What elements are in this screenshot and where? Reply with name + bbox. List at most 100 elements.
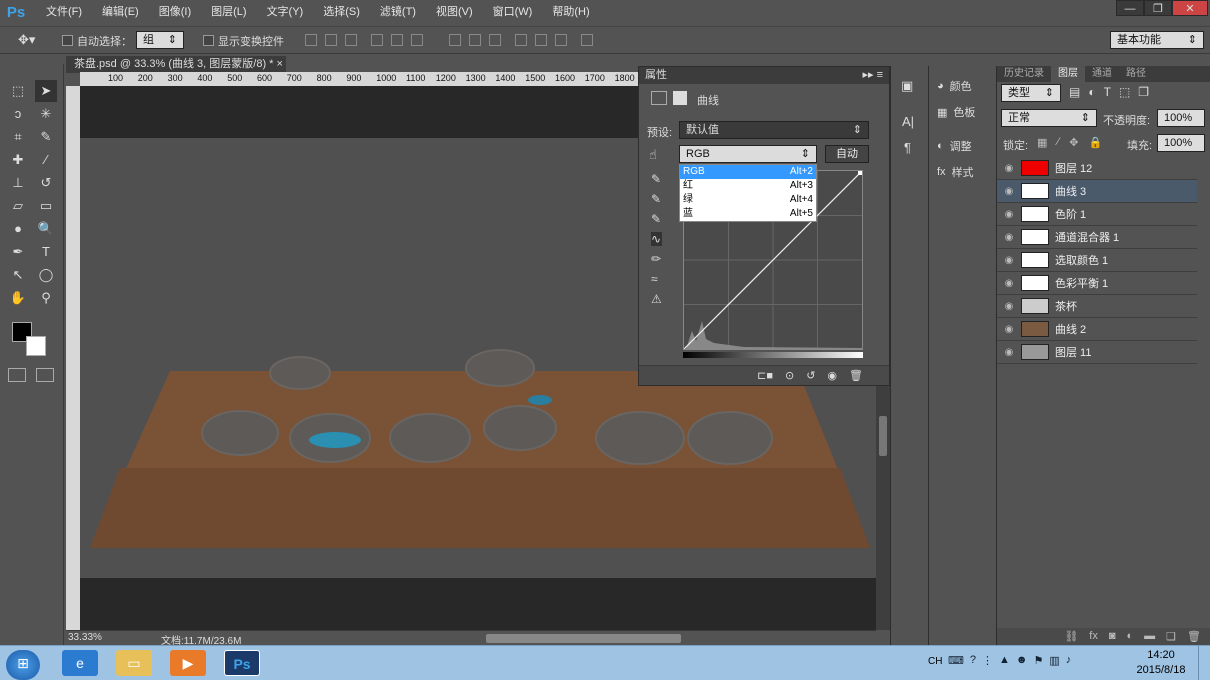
layer-name[interactable]: 色阶 1: [1055, 206, 1086, 222]
document-tab[interactable]: 茶盘.psd @ 33.3% (曲线 3, 图层蒙版/8) * ×: [66, 56, 286, 73]
eraser-tool-icon[interactable]: ▱: [7, 195, 29, 217]
gray-point-eyedropper-icon[interactable]: ✎: [651, 192, 662, 206]
blur-tool-icon[interactable]: ●: [7, 218, 29, 240]
clip-to-layer-icon[interactable]: ⊏■: [757, 369, 773, 385]
channel-option[interactable]: 红 Alt+3: [680, 179, 816, 193]
clipping-warning-icon[interactable]: ⚠: [651, 292, 662, 306]
link-layers-icon[interactable]: ⛓: [1064, 630, 1078, 646]
opacity-input[interactable]: 100%: [1157, 109, 1205, 127]
magic-wand-icon[interactable]: ✳: [35, 103, 57, 125]
add-mask-icon[interactable]: ◙: [1109, 630, 1116, 646]
zoom-level[interactable]: 33.33%: [68, 632, 102, 643]
lock-all-icon[interactable]: 🔒: [1088, 136, 1102, 149]
target-adjust-icon[interactable]: ☝: [649, 147, 657, 163]
pencil-draw-icon[interactable]: ✏: [651, 252, 662, 266]
smooth-icon[interactable]: ≈: [651, 272, 662, 286]
menu-item[interactable]: 文字(Y): [257, 0, 314, 24]
align-buttons[interactable]: [305, 34, 593, 46]
gradient-tool-icon[interactable]: ▭: [35, 195, 57, 217]
menu-item[interactable]: 帮助(H): [542, 0, 599, 24]
move-tool-icon[interactable]: ➤: [35, 80, 57, 102]
help-icon[interactable]: ?: [970, 654, 976, 667]
layer-name[interactable]: 选取颜色 1: [1055, 252, 1108, 268]
layer-row[interactable]: ◉ 通道混合器 1: [997, 226, 1197, 249]
layer-row[interactable]: ◉ 图层 11: [997, 341, 1197, 364]
curve-edit-icon[interactable]: ∿: [651, 232, 662, 246]
layer-name[interactable]: 图层 11: [1055, 344, 1091, 360]
close-button[interactable]: ✕: [1172, 0, 1208, 16]
history-panel-icon[interactable]: ▣: [901, 78, 913, 94]
channel-option[interactable]: RGB Alt+2: [680, 165, 816, 179]
filter-type-icon[interactable]: T: [1104, 85, 1111, 99]
auto-select-checkbox[interactable]: [62, 35, 73, 46]
shape-tool-icon[interactable]: ◯: [35, 264, 57, 286]
pen-tool-icon[interactable]: ✒: [7, 241, 29, 263]
auto-select-dropdown[interactable]: 组 ⇕: [136, 31, 184, 49]
layer-row[interactable]: ◉ 色阶 1: [997, 203, 1197, 226]
crop-tool-icon[interactable]: ⌗: [7, 126, 29, 148]
side-panel-styles[interactable]: fx 样式: [937, 164, 974, 180]
keyboard-icon[interactable]: ⌨: [948, 654, 964, 667]
move-tool-icon[interactable]: ✥▾: [18, 32, 35, 48]
layers-tab[interactable]: 路径: [1119, 66, 1153, 82]
visibility-eye-icon[interactable]: ◉: [997, 232, 1021, 243]
layer-row[interactable]: ◉ 色彩平衡 1: [997, 272, 1197, 295]
filter-pixel-icon[interactable]: ▤: [1069, 85, 1080, 99]
fill-input[interactable]: 100%: [1157, 134, 1205, 152]
view-previous-icon[interactable]: ⊙: [785, 369, 794, 385]
start-button[interactable]: ⊞: [6, 650, 40, 680]
layer-row[interactable]: ◉ 选取颜色 1: [997, 249, 1197, 272]
visibility-eye-icon[interactable]: ◉: [997, 301, 1021, 312]
lock-transparency-icon[interactable]: ▦: [1037, 136, 1047, 149]
side-panel-palette[interactable]: ◕ 颜色: [937, 78, 972, 94]
layer-thumbnail[interactable]: [1021, 183, 1049, 199]
layer-thumbnail[interactable]: [1021, 275, 1049, 291]
maximize-button[interactable]: ❐: [1144, 0, 1172, 16]
settings-icon[interactable]: ⋮: [982, 654, 993, 667]
type-tool-icon[interactable]: T: [35, 241, 57, 263]
layer-thumbnail[interactable]: [1021, 298, 1049, 314]
visibility-eye-icon[interactable]: ◉: [997, 347, 1021, 358]
quick-mask-icon[interactable]: [8, 368, 26, 382]
visibility-eye-icon[interactable]: ◉: [997, 278, 1021, 289]
layer-name[interactable]: 通道混合器 1: [1055, 229, 1119, 245]
marquee-tool-icon[interactable]: ⬚: [7, 80, 29, 102]
filter-smart-icon[interactable]: ❐: [1138, 85, 1149, 99]
layer-thumbnail[interactable]: [1021, 206, 1049, 222]
filter-shape-icon[interactable]: ⬚: [1119, 85, 1130, 99]
black-point-eyedropper-icon[interactable]: ✎: [651, 172, 662, 186]
channel-dropdown-list[interactable]: RGB Alt+2 红 Alt+3 绿 Alt+4 蓝 Alt+5: [679, 164, 817, 222]
photoshop-taskbar-icon[interactable]: Ps: [224, 650, 260, 676]
lock-position-icon[interactable]: ✥: [1069, 136, 1078, 149]
menu-item[interactable]: 编辑(E): [92, 0, 149, 24]
ie-icon[interactable]: e: [62, 650, 98, 676]
layer-filter-dropdown[interactable]: 类型 ⇕: [1001, 84, 1061, 102]
paragraph-panel-icon[interactable]: ¶: [904, 140, 911, 155]
layer-name[interactable]: 曲线 3: [1055, 183, 1086, 199]
visibility-eye-icon[interactable]: ◉: [997, 186, 1021, 197]
delete-layer-icon[interactable]: 🗑: [1187, 630, 1201, 646]
workspace-dropdown[interactable]: 基本功能 ⇕: [1110, 31, 1204, 49]
layer-style-icon[interactable]: fx: [1089, 630, 1098, 646]
auto-button[interactable]: 自动: [825, 145, 869, 163]
white-point-eyedropper-icon[interactable]: ✎: [651, 212, 662, 226]
zoom-tool-icon[interactable]: ⚲: [35, 287, 57, 309]
screen-mode-icon[interactable]: [36, 368, 54, 382]
clock-date[interactable]: 2015/8/18: [1130, 664, 1192, 676]
new-adjustment-icon[interactable]: ◐: [1127, 630, 1134, 646]
channel-option[interactable]: 绿 Alt+4: [680, 193, 816, 207]
menu-item[interactable]: 选择(S): [313, 0, 370, 24]
layer-name[interactable]: 茶杯: [1055, 298, 1077, 314]
clock-time[interactable]: 14:20: [1136, 649, 1186, 661]
layer-thumbnail[interactable]: [1021, 344, 1049, 360]
layer-row[interactable]: ◉ 图层 12: [997, 157, 1197, 180]
delete-icon[interactable]: 🗑: [849, 369, 863, 385]
layer-thumbnail[interactable]: [1021, 252, 1049, 268]
tray-expand-icon[interactable]: ▲: [999, 654, 1010, 667]
menu-item[interactable]: 图像(I): [149, 0, 201, 24]
hand-tool-icon[interactable]: ✋: [7, 287, 29, 309]
scroll-thumb[interactable]: [879, 416, 887, 456]
history-brush-icon[interactable]: ↺: [35, 172, 57, 194]
layer-row[interactable]: ◉ 曲线 2: [997, 318, 1197, 341]
menu-item[interactable]: 文件(F): [36, 0, 92, 24]
